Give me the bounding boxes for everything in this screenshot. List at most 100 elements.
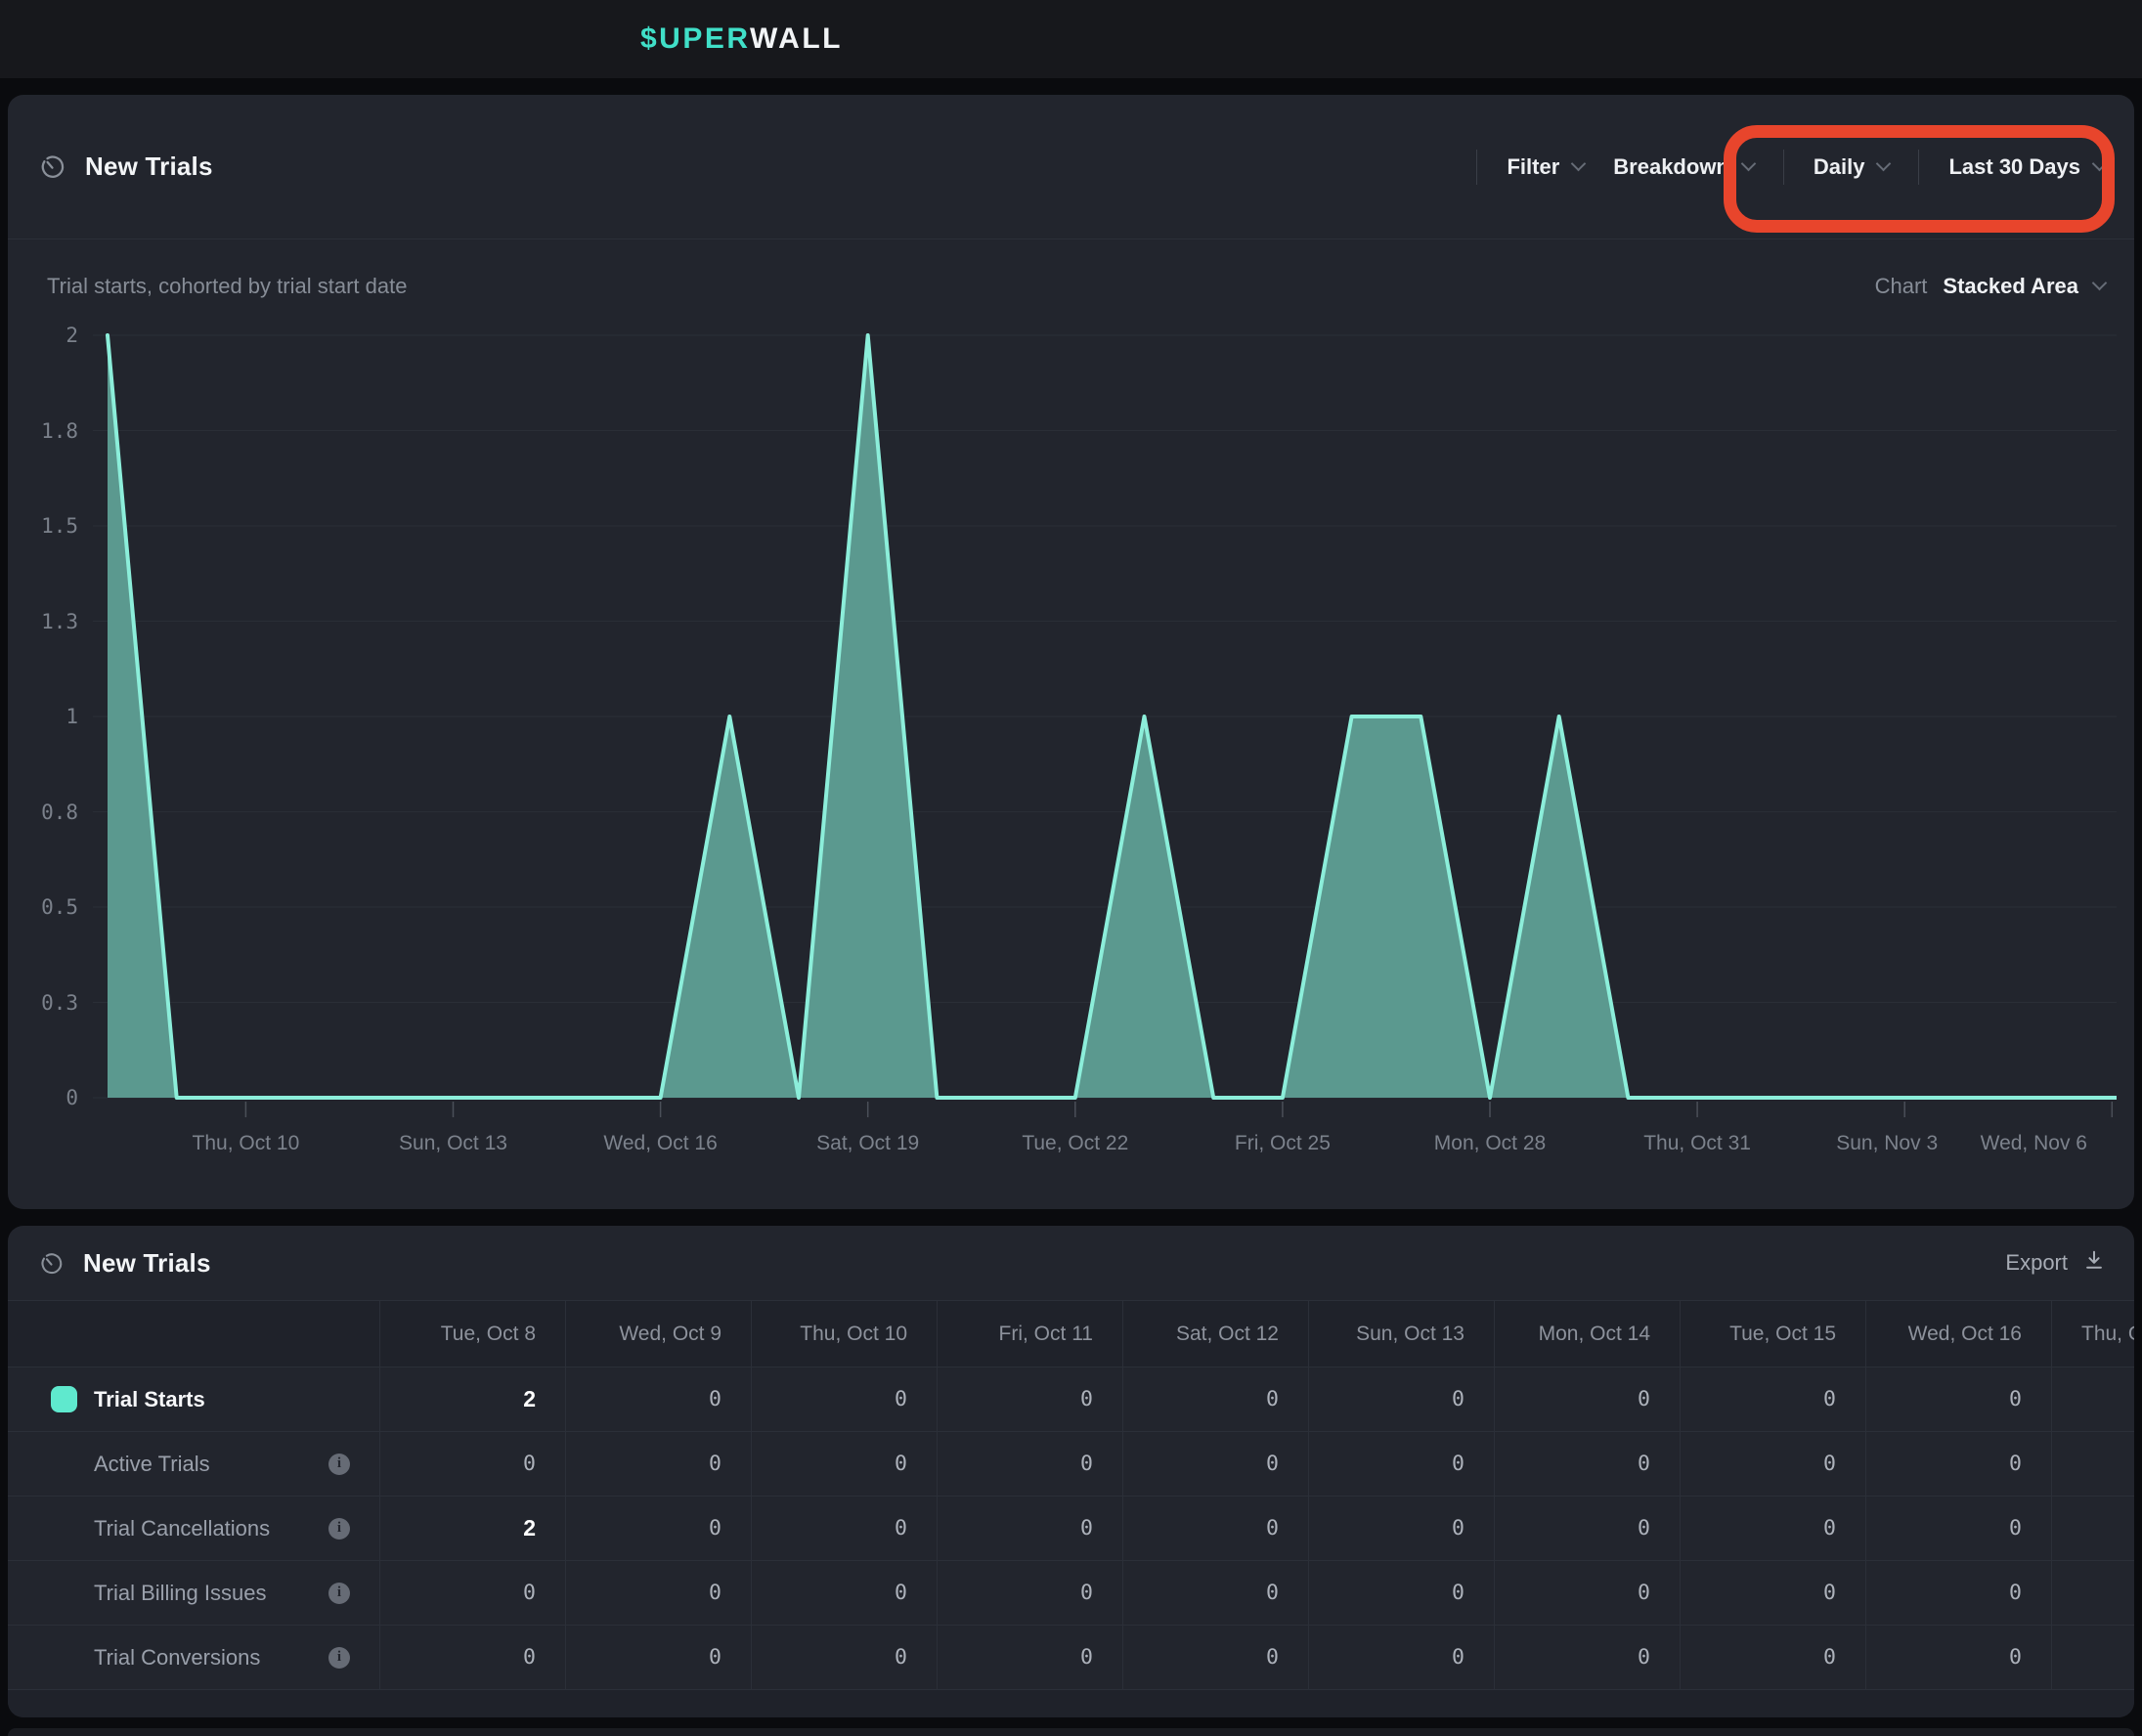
cell-value: 0	[2009, 1452, 2022, 1476]
export-button[interactable]: Export	[2005, 1249, 2105, 1277]
chevron-down-icon	[2092, 276, 2108, 291]
cell-value: 0	[1266, 1387, 1279, 1411]
row-label: Active Trials	[94, 1452, 210, 1477]
controls-divider	[1476, 150, 1477, 185]
table-value-cell	[2051, 1432, 2134, 1497]
table-value-cell: 0	[565, 1367, 751, 1432]
table-value-cell: 0	[379, 1626, 565, 1690]
filter-button[interactable]: Filter	[1507, 154, 1584, 180]
table-value-cell: 0	[1494, 1497, 1680, 1561]
cell-value: 2	[523, 1515, 536, 1541]
date-range-dropdown[interactable]: Last 30 Days	[1948, 154, 2105, 180]
cell-value: 0	[895, 1581, 907, 1605]
table-value-cell: 0	[751, 1561, 937, 1626]
table-header-cell: Tue, Oct 8	[379, 1300, 565, 1367]
table-card-title: New Trials	[83, 1248, 211, 1279]
x-axis-label: Tue, Oct 22	[983, 1129, 1168, 1158]
table-value-cell: 0	[1122, 1497, 1308, 1561]
table-value-cell: 0	[1494, 1561, 1680, 1626]
table-footer-strip	[8, 1690, 2134, 1717]
y-axis-label: 1.3	[22, 609, 78, 634]
x-axis-label: Wed, Nov 6	[1941, 1129, 2126, 1158]
cell-value: 0	[709, 1387, 721, 1411]
cell-value: 0	[895, 1387, 907, 1411]
table-value-cell: 0	[1865, 1367, 2051, 1432]
table-value-cell: 0	[751, 1367, 937, 1432]
timer-icon	[39, 1251, 64, 1276]
table-value-cell: 0	[1865, 1432, 2051, 1497]
table-header-cell: Sat, Oct 12	[1122, 1300, 1308, 1367]
info-icon[interactable]	[328, 1454, 350, 1475]
info-icon[interactable]	[328, 1518, 350, 1540]
table-card-header: New Trials Export	[8, 1226, 2134, 1300]
chart-subtitle: Trial starts, cohorted by trial start da…	[47, 274, 407, 299]
x-axis: Thu, Oct 10Sun, Oct 13Wed, Oct 16Sat, Oc…	[8, 1129, 2134, 1158]
cell-value: 0	[523, 1645, 536, 1670]
y-axis-label: 0.3	[22, 990, 78, 1016]
table-value-cell	[2051, 1561, 2134, 1626]
table-value-cell: 0	[379, 1561, 565, 1626]
chevron-down-icon	[1876, 155, 1892, 171]
row-label: Trial Conversions	[94, 1645, 260, 1671]
table-value-cell: 0	[937, 1626, 1122, 1690]
filter-label: Filter	[1507, 154, 1559, 180]
table-value-cell: 0	[1308, 1367, 1494, 1432]
cell-value: 0	[1266, 1452, 1279, 1476]
cell-value: 0	[1823, 1581, 1836, 1605]
table-value-cell: 0	[1680, 1432, 1865, 1497]
cell-value: 0	[1823, 1452, 1836, 1476]
chart-controls: Filter Breakdown Daily Last 30 Days	[1476, 150, 2105, 185]
table-corner-cell	[8, 1300, 379, 1367]
breakdown-button[interactable]: Breakdown	[1613, 154, 1754, 180]
table-value-cell: 0	[565, 1561, 751, 1626]
table-value-cell: 0	[937, 1432, 1122, 1497]
table-value-cell: 0	[1680, 1497, 1865, 1561]
y-axis-label: 0.8	[22, 800, 78, 825]
chart-card-header: New Trials Filter Breakdown Daily Last 3…	[8, 95, 2134, 239]
breakdown-label: Breakdown	[1613, 154, 1729, 180]
x-axis-label: Mon, Oct 28	[1397, 1129, 1583, 1158]
table-value-cell: 0	[1680, 1367, 1865, 1432]
granularity-dropdown[interactable]: Daily	[1814, 154, 1890, 180]
chevron-down-icon	[1571, 155, 1587, 171]
table-value-cell: 0	[565, 1432, 751, 1497]
chart-type-selector[interactable]: Chart Stacked Area	[1875, 274, 2105, 299]
table-value-cell: 0	[937, 1561, 1122, 1626]
table-row-label-cell: Trial Conversions	[8, 1626, 379, 1690]
cell-value: 0	[709, 1516, 721, 1541]
cell-value: 0	[2009, 1645, 2022, 1670]
table-value-cell: 0	[1122, 1626, 1308, 1690]
y-axis-label: 0	[22, 1085, 78, 1110]
legend-swatch	[51, 1386, 77, 1412]
cell-value: 0	[1266, 1516, 1279, 1541]
table-header-cell: Sun, Oct 13	[1308, 1300, 1494, 1367]
table-value-cell: 0	[565, 1626, 751, 1690]
table-value-cell: 0	[937, 1497, 1122, 1561]
info-icon[interactable]	[328, 1583, 350, 1604]
cell-value: 0	[1638, 1387, 1650, 1411]
cell-value: 0	[1080, 1516, 1093, 1541]
cell-value: 0	[523, 1452, 536, 1476]
table-value-cell: 0	[1494, 1432, 1680, 1497]
table-value-cell: 0	[1865, 1497, 2051, 1561]
cell-value: 0	[1452, 1387, 1464, 1411]
chart-type-value: Stacked Area	[1943, 274, 2078, 299]
table-header-cell: Tue, Oct 15	[1680, 1300, 1865, 1367]
table-value-cell: 0	[1122, 1367, 1308, 1432]
table-value-cell: 0	[1865, 1626, 2051, 1690]
table-value-cell: 0	[379, 1432, 565, 1497]
controls-divider	[1783, 150, 1784, 185]
table-value-cell: 0	[1308, 1626, 1494, 1690]
cell-value: 0	[1080, 1452, 1093, 1476]
y-axis-label: 2	[22, 323, 78, 348]
download-icon	[2083, 1249, 2105, 1277]
logo-white-part: WALL	[750, 22, 843, 55]
cell-value: 0	[1823, 1516, 1836, 1541]
info-icon[interactable]	[328, 1647, 350, 1669]
table-value-cell: 0	[1308, 1561, 1494, 1626]
table-value-cell: 0	[1865, 1561, 2051, 1626]
cell-value: 0	[1638, 1516, 1650, 1541]
row-label: Trial Starts	[94, 1387, 205, 1412]
next-card-edge	[8, 1728, 2134, 1736]
cell-value: 2	[523, 1386, 536, 1412]
